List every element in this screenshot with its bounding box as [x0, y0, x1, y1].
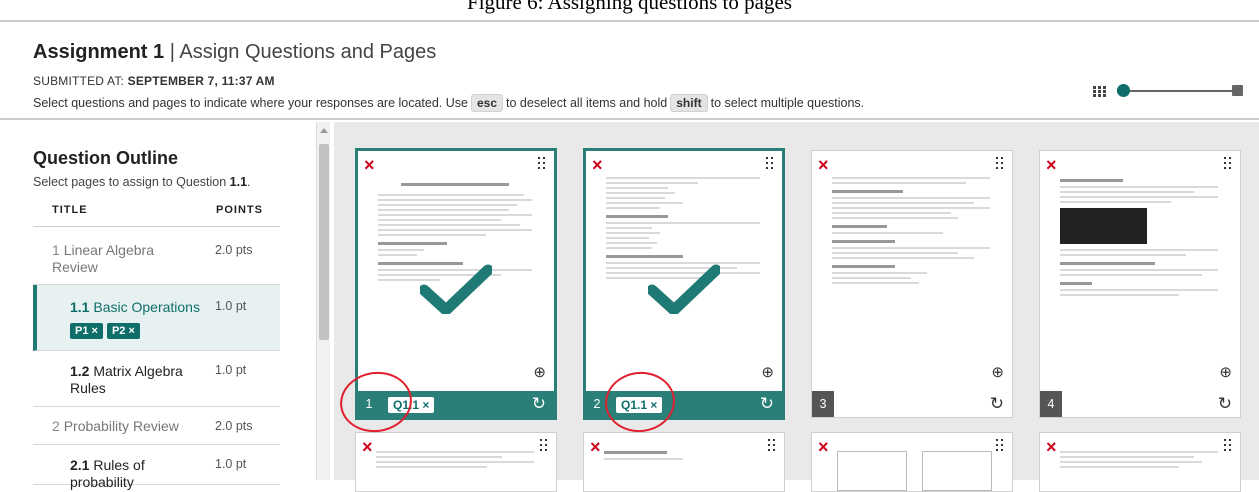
page-card-5[interactable]: × — [355, 432, 557, 492]
assignment-title: Assignment 1 — [33, 41, 165, 63]
page-number: 3 — [812, 391, 834, 417]
zoom-slider[interactable] — [1093, 80, 1245, 102]
page-thumbnail — [1060, 173, 1218, 377]
outline-item-2[interactable]: 2 Probability Review 2.0 pts — [33, 407, 280, 445]
column-title: TITLE — [52, 204, 88, 216]
submitted-info: SUBMITTED AT: SEPTEMBER 7, 11:37 AM — [33, 74, 275, 88]
drag-handle-icon[interactable] — [768, 439, 777, 453]
rotate-icon[interactable]: ↻ — [1218, 394, 1232, 414]
check-icon — [648, 264, 720, 314]
page-card-2[interactable]: × ⊕ 2 Q1.1 × ↻ — [583, 148, 785, 420]
figure-caption: Figure 6: Assigning questions to pages — [467, 0, 792, 14]
drag-handle-icon[interactable] — [1224, 439, 1233, 453]
delete-icon[interactable]: × — [362, 438, 373, 456]
page-thumbnail — [832, 173, 990, 377]
page-card-3[interactable]: × ⊕ 3 ↻ — [811, 150, 1013, 418]
delete-icon[interactable]: × — [592, 156, 603, 174]
esc-key: esc — [471, 94, 504, 112]
rotate-icon[interactable]: ↻ — [990, 394, 1004, 414]
scroll-up-icon[interactable] — [320, 128, 328, 133]
page-footer: 3 ↻ — [812, 391, 1012, 417]
page-number: 4 — [1040, 391, 1062, 417]
zoom-in-icon[interactable]: ⊕ — [761, 363, 774, 381]
page-subtitle: Assign Questions and Pages — [179, 41, 437, 63]
rotate-icon[interactable]: ↻ — [760, 394, 774, 414]
page-footer: 4 ↻ — [1040, 391, 1240, 417]
delete-icon[interactable]: × — [590, 438, 601, 456]
title-separator: | — [164, 41, 180, 63]
check-icon — [420, 264, 492, 314]
question-outline-panel: Question Outline Select pages to assign … — [0, 122, 316, 490]
submitted-value: SEPTEMBER 7, 11:37 AM — [127, 74, 275, 88]
shift-key: shift — [670, 94, 708, 112]
header: Assignment 1 | Assign Questions and Page… — [0, 20, 1259, 120]
outline-item-2-1[interactable]: 2.1 Rules of probability 1.0 pt — [33, 445, 280, 490]
instructions: Select questions and pages to indicate w… — [33, 94, 865, 112]
drag-handle-icon[interactable] — [538, 157, 547, 171]
submitted-label: SUBMITTED AT: — [33, 74, 125, 88]
zoom-in-icon[interactable]: ⊕ — [533, 363, 546, 381]
outline-list: 1 Linear Algebra Review 2.0 pts 1.1 Basi… — [33, 226, 280, 490]
delete-icon[interactable]: × — [1046, 156, 1057, 174]
outline-item-1-1[interactable]: 1.1 Basic Operations 1.0 pt P1 × P2 × — [33, 285, 280, 351]
single-page-icon — [1232, 85, 1243, 96]
outline-scrollbar[interactable] — [316, 122, 330, 480]
outline-subtitle: Select pages to assign to Question 1.1. — [33, 175, 251, 189]
grid-view-icon — [1093, 86, 1107, 97]
delete-icon[interactable]: × — [1046, 438, 1057, 456]
page-card-8[interactable]: × — [1039, 432, 1241, 492]
pages-grid: × ⊕ 1 Q1.1 × ↻ × ⊕ 2 Q1.1 × ↻ × ⊕ 3 ↻ × … — [334, 122, 1259, 492]
outline-item-1-2[interactable]: 1.2 Matrix Algebra Rules 1.0 pt — [33, 351, 280, 407]
drag-handle-icon[interactable] — [996, 157, 1005, 171]
column-points: POINTS — [216, 204, 263, 216]
delete-icon[interactable]: × — [818, 156, 829, 174]
page-tag-p1[interactable]: P1 × — [70, 323, 103, 339]
slider-handle[interactable] — [1117, 84, 1131, 97]
page-card-6[interactable]: × — [583, 432, 785, 492]
page-card-4[interactable]: × ⊕ 4 ↻ — [1039, 150, 1241, 418]
delete-icon[interactable]: × — [818, 438, 829, 456]
page-card-7[interactable]: × — [811, 432, 1013, 492]
delete-icon[interactable]: × — [364, 156, 375, 174]
zoom-in-icon[interactable]: ⊕ — [1219, 363, 1232, 381]
drag-handle-icon[interactable] — [540, 439, 549, 453]
drag-handle-icon[interactable] — [766, 157, 775, 171]
rotate-icon[interactable]: ↻ — [532, 394, 546, 414]
page-tag-p2[interactable]: P2 × — [106, 323, 140, 339]
page-title: Assignment 1 | Assign Questions and Page… — [33, 39, 436, 65]
slider-track — [1117, 90, 1239, 92]
drag-handle-icon[interactable] — [1224, 157, 1233, 171]
zoom-in-icon[interactable]: ⊕ — [991, 363, 1004, 381]
outline-title: Question Outline — [33, 148, 179, 168]
drag-handle-icon[interactable] — [996, 439, 1005, 453]
outline-item-1[interactable]: 1 Linear Algebra Review 2.0 pts — [33, 227, 280, 285]
scroll-thumb[interactable] — [319, 144, 329, 340]
